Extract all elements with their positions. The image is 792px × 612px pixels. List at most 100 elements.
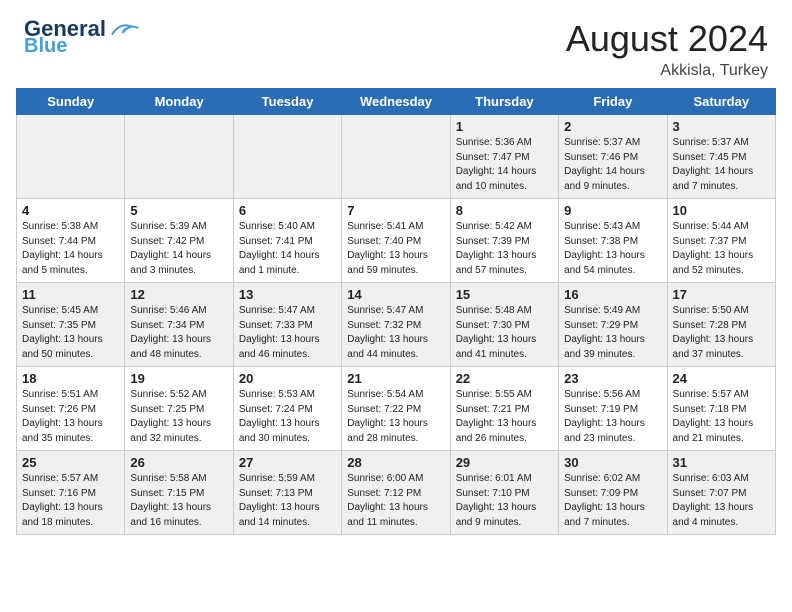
sun-info: Sunrise: 5:42 AMSunset: 7:39 PMDaylight:… bbox=[456, 220, 553, 278]
day-number: 24 bbox=[673, 371, 770, 386]
day-number: 27 bbox=[239, 455, 336, 470]
calendar-cell: 2 Sunrise: 5:37 AMSunset: 7:46 PMDaylight… bbox=[559, 115, 667, 199]
sun-info: Sunrise: 5:44 AMSunset: 7:37 PMDaylight:… bbox=[673, 220, 770, 278]
day-number: 14 bbox=[347, 287, 444, 302]
calendar-cell: 29 Sunrise: 6:01 AMSunset: 7:10 PMDayligh… bbox=[450, 451, 558, 535]
sun-info: Sunrise: 5:41 AMSunset: 7:40 PMDaylight:… bbox=[347, 220, 444, 278]
calendar-cell: 27 Sunrise: 5:59 AMSunset: 7:13 PMDayligh… bbox=[233, 451, 341, 535]
day-number: 4 bbox=[22, 203, 119, 218]
calendar-cell: 14 Sunrise: 5:47 AMSunset: 7:32 PMDayligh… bbox=[342, 283, 450, 367]
calendar-cell: 18 Sunrise: 5:51 AMSunset: 7:26 PMDayligh… bbox=[17, 367, 125, 451]
logo-bird-icon bbox=[108, 20, 140, 38]
day-number: 18 bbox=[22, 371, 119, 386]
sun-info: Sunrise: 5:53 AMSunset: 7:24 PMDaylight:… bbox=[239, 388, 336, 446]
calendar-cell: 20 Sunrise: 5:53 AMSunset: 7:24 PMDayligh… bbox=[233, 367, 341, 451]
day-number: 2 bbox=[564, 119, 661, 134]
sun-info: Sunrise: 5:59 AMSunset: 7:13 PMDaylight:… bbox=[239, 472, 336, 530]
calendar-cell: 13Sunrise: 5:47 AMSunset: 7:33 PMDayligh… bbox=[233, 283, 341, 367]
sun-info: Sunrise: 5:54 AMSunset: 7:22 PMDaylight:… bbox=[347, 388, 444, 446]
month-year: August 2024 bbox=[566, 18, 768, 60]
calendar-week-4: 18 Sunrise: 5:51 AMSunset: 7:26 PMDayligh… bbox=[17, 367, 776, 451]
sun-info: Sunrise: 5:47 AMSunset: 7:33 PMDaylight:… bbox=[239, 304, 336, 362]
calendar-cell: 23 Sunrise: 5:56 AMSunset: 7:19 PMDayligh… bbox=[559, 367, 667, 451]
calendar-cell: 25Sunrise: 5:57 AMSunset: 7:16 PMDayligh… bbox=[17, 451, 125, 535]
calendar-cell bbox=[342, 115, 450, 199]
day-number: 23 bbox=[564, 371, 661, 386]
sun-info: Sunrise: 5:57 AMSunset: 7:18 PMDaylight:… bbox=[673, 388, 770, 446]
sun-info: Sunrise: 5:38 AMSunset: 7:44 PMDaylight:… bbox=[22, 220, 119, 278]
sun-info: Sunrise: 5:43 AMSunset: 7:38 PMDaylight:… bbox=[564, 220, 661, 278]
sun-info: Sunrise: 5:37 AMSunset: 7:45 PMDaylight:… bbox=[673, 136, 770, 194]
day-number: 6 bbox=[239, 203, 336, 218]
calendar-cell: 6 Sunrise: 5:40 AMSunset: 7:41 PMDaylight… bbox=[233, 199, 341, 283]
sun-info: Sunrise: 5:55 AMSunset: 7:21 PMDaylight:… bbox=[456, 388, 553, 446]
calendar-cell bbox=[125, 115, 233, 199]
weekday-header-saturday: Saturday bbox=[667, 89, 775, 115]
calendar-cell bbox=[233, 115, 341, 199]
calendar-week-1: 1Sunrise: 5:36 AMSunset: 7:47 PMDaylight… bbox=[17, 115, 776, 199]
calendar-cell: 22 Sunrise: 5:55 AMSunset: 7:21 PMDayligh… bbox=[450, 367, 558, 451]
calendar-cell: 24 Sunrise: 5:57 AMSunset: 7:18 PMDayligh… bbox=[667, 367, 775, 451]
weekday-header-tuesday: Tuesday bbox=[233, 89, 341, 115]
sun-info: Sunrise: 5:45 AMSunset: 7:35 PMDaylight:… bbox=[22, 304, 119, 362]
calendar-cell: 9 Sunrise: 5:43 AMSunset: 7:38 PMDaylight… bbox=[559, 199, 667, 283]
sun-info: Sunrise: 6:02 AMSunset: 7:09 PMDaylight:… bbox=[564, 472, 661, 530]
sun-info: Sunrise: 6:01 AMSunset: 7:10 PMDaylight:… bbox=[456, 472, 553, 530]
calendar-cell: 17 Sunrise: 5:50 AMSunset: 7:28 PMDayligh… bbox=[667, 283, 775, 367]
day-number: 8 bbox=[456, 203, 553, 218]
sun-info: Sunrise: 5:52 AMSunset: 7:25 PMDaylight:… bbox=[130, 388, 227, 446]
weekday-header-wednesday: Wednesday bbox=[342, 89, 450, 115]
sun-info: Sunrise: 6:03 AMSunset: 7:07 PMDaylight:… bbox=[673, 472, 770, 530]
day-number: 12 bbox=[130, 287, 227, 302]
day-number: 19 bbox=[130, 371, 227, 386]
day-number: 30 bbox=[564, 455, 661, 470]
day-number: 1 bbox=[456, 119, 553, 134]
day-number: 21 bbox=[347, 371, 444, 386]
day-number: 5 bbox=[130, 203, 227, 218]
day-number: 17 bbox=[673, 287, 770, 302]
day-number: 9 bbox=[564, 203, 661, 218]
calendar: SundayMondayTuesdayWednesdayThursdayFrid… bbox=[0, 88, 792, 547]
calendar-cell: 5 Sunrise: 5:39 AMSunset: 7:42 PMDaylight… bbox=[125, 199, 233, 283]
calendar-cell: 3 Sunrise: 5:37 AMSunset: 7:45 PMDaylight… bbox=[667, 115, 775, 199]
day-number: 29 bbox=[456, 455, 553, 470]
calendar-body: 1Sunrise: 5:36 AMSunset: 7:47 PMDaylight… bbox=[17, 115, 776, 535]
logo-blue: Blue bbox=[24, 36, 67, 56]
calendar-cell: 4 Sunrise: 5:38 AMSunset: 7:44 PMDaylight… bbox=[17, 199, 125, 283]
calendar-week-3: 11 Sunrise: 5:45 AMSunset: 7:35 PMDayligh… bbox=[17, 283, 776, 367]
sun-info: Sunrise: 5:46 AMSunset: 7:34 PMDaylight:… bbox=[130, 304, 227, 362]
day-number: 28 bbox=[347, 455, 444, 470]
calendar-cell: 8 Sunrise: 5:42 AMSunset: 7:39 PMDaylight… bbox=[450, 199, 558, 283]
calendar-cell: 12 Sunrise: 5:46 AMSunset: 7:34 PMDayligh… bbox=[125, 283, 233, 367]
calendar-table: SundayMondayTuesdayWednesdayThursdayFrid… bbox=[16, 88, 776, 535]
page-header: General Blue August 2024 Akkisla, Turkey bbox=[0, 0, 792, 88]
sun-info: Sunrise: 5:47 AMSunset: 7:32 PMDaylight:… bbox=[347, 304, 444, 362]
day-number: 26 bbox=[130, 455, 227, 470]
sun-info: Sunrise: 5:56 AMSunset: 7:19 PMDaylight:… bbox=[564, 388, 661, 446]
calendar-cell: 1Sunrise: 5:36 AMSunset: 7:47 PMDaylight… bbox=[450, 115, 558, 199]
calendar-cell: 21 Sunrise: 5:54 AMSunset: 7:22 PMDayligh… bbox=[342, 367, 450, 451]
weekday-header-friday: Friday bbox=[559, 89, 667, 115]
sun-info: Sunrise: 5:40 AMSunset: 7:41 PMDaylight:… bbox=[239, 220, 336, 278]
weekday-header-monday: Monday bbox=[125, 89, 233, 115]
day-number: 15 bbox=[456, 287, 553, 302]
calendar-cell: 16Sunrise: 5:49 AMSunset: 7:29 PMDayligh… bbox=[559, 283, 667, 367]
location: Akkisla, Turkey bbox=[566, 62, 768, 80]
calendar-week-2: 4 Sunrise: 5:38 AMSunset: 7:44 PMDaylight… bbox=[17, 199, 776, 283]
calendar-cell: 19 Sunrise: 5:52 AMSunset: 7:25 PMDayligh… bbox=[125, 367, 233, 451]
calendar-cell: 31Sunrise: 6:03 AMSunset: 7:07 PMDayligh… bbox=[667, 451, 775, 535]
calendar-cell bbox=[17, 115, 125, 199]
weekday-header-sunday: Sunday bbox=[17, 89, 125, 115]
day-number: 11 bbox=[22, 287, 119, 302]
calendar-cell: 11 Sunrise: 5:45 AMSunset: 7:35 PMDayligh… bbox=[17, 283, 125, 367]
day-number: 20 bbox=[239, 371, 336, 386]
calendar-cell: 10Sunrise: 5:44 AMSunset: 7:37 PMDayligh… bbox=[667, 199, 775, 283]
day-number: 16 bbox=[564, 287, 661, 302]
sun-info: Sunrise: 5:39 AMSunset: 7:42 PMDaylight:… bbox=[130, 220, 227, 278]
sun-info: Sunrise: 5:51 AMSunset: 7:26 PMDaylight:… bbox=[22, 388, 119, 446]
sun-info: Sunrise: 5:50 AMSunset: 7:28 PMDaylight:… bbox=[673, 304, 770, 362]
sun-info: Sunrise: 5:37 AMSunset: 7:46 PMDaylight:… bbox=[564, 136, 661, 194]
day-number: 3 bbox=[673, 119, 770, 134]
day-number: 22 bbox=[456, 371, 553, 386]
logo: General Blue bbox=[24, 18, 140, 56]
